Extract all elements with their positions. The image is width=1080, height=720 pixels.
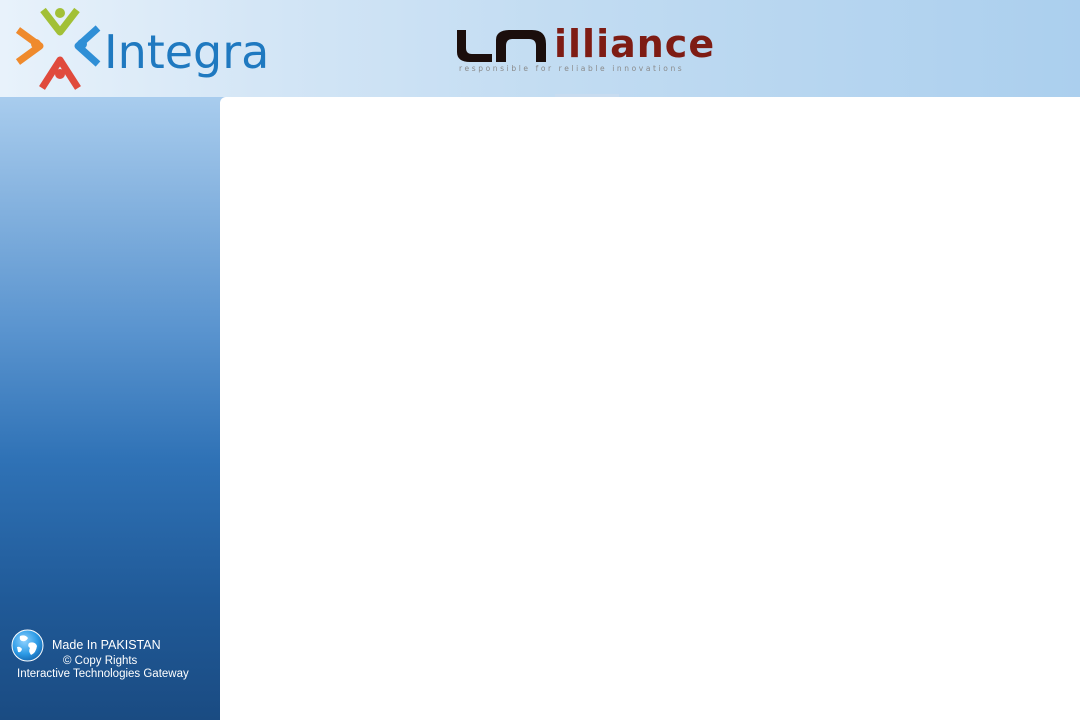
integra-wordmark: Integra: [104, 25, 269, 79]
unilliance-tagline: responsible for reliable innovations: [459, 64, 685, 73]
integra-logo-mark: Integra: [15, 7, 269, 90]
integra-logo[interactable]: Integra: [10, 2, 272, 94]
globe-icon: [11, 629, 44, 662]
copy-rights-text: © Copy Rights: [63, 655, 138, 667]
unilliance-mark: [457, 30, 546, 62]
unilliance-wordmark: illiance: [452, 16, 715, 66]
made-in-text: Made In PAKISTAN: [52, 638, 161, 652]
unilliance-text: illiance: [554, 22, 716, 66]
company-name: Interactive Technologies Gateway: [17, 668, 189, 680]
content-panel: [220, 94, 1080, 720]
unilliance-logo[interactable]: illiance responsible for reliable innova…: [452, 16, 715, 80]
footer-badge: Made In PAKISTAN © Copy Rights Interacti…: [11, 629, 211, 689]
